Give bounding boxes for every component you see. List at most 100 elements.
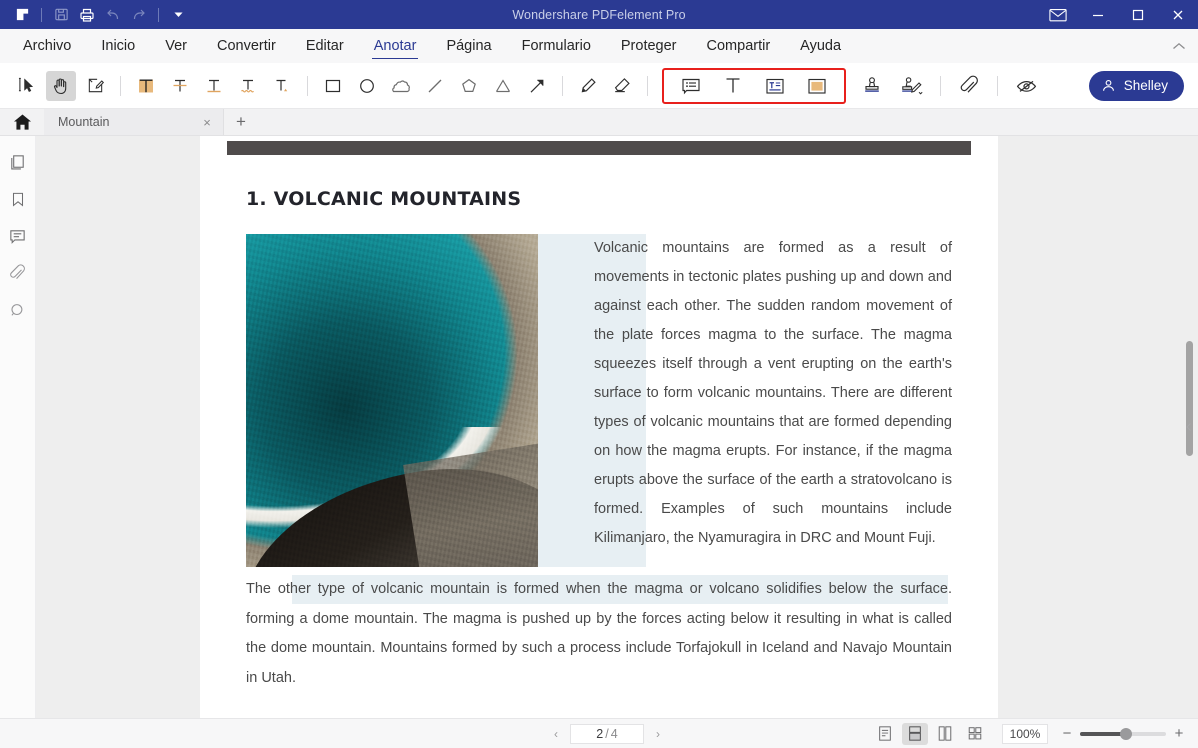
ribbon-collapse-icon[interactable] [1160,29,1198,63]
cloud-tool[interactable] [386,71,416,101]
zoom-level-input[interactable]: 100% [1002,723,1048,744]
zoom-slider[interactable] [1080,727,1166,740]
next-page-button[interactable]: › [650,725,666,743]
divider [997,75,998,96]
area-highlight-tool[interactable] [802,71,832,101]
bookmark-icon[interactable] [6,187,30,211]
arrow-tool[interactable] [522,71,552,101]
hand-tool[interactable] [46,70,76,101]
tab-label: Mountain [58,115,110,129]
close-icon[interactable] [1158,0,1198,29]
divider [647,75,648,96]
total-pages-value: 4 [610,726,618,741]
squiggly-underline-tool[interactable] [233,71,263,101]
document-paragraph-1: Volcanic mountains are formed as a resul… [594,240,952,546]
menu-item-anotar[interactable]: Anotar [359,29,432,63]
divider [940,75,941,96]
attachment-tool[interactable] [951,71,987,101]
strikethrough-tool[interactable] [165,71,195,101]
highlight-tool[interactable] [131,71,161,101]
menu-item-pagina[interactable]: Página [431,29,506,63]
edit-note-tool[interactable] [80,71,110,101]
close-icon[interactable]: × [199,114,215,130]
customize-caret-icon[interactable] [165,3,191,27]
previous-page-button[interactable]: ‹ [548,725,564,743]
new-tab-button[interactable]: + [224,109,258,135]
thumbnails-icon[interactable] [6,150,30,174]
divider [158,7,159,22]
polygon-tool[interactable] [454,71,484,101]
menu-item-compartir[interactable]: Compartir [692,29,786,63]
comments-icon[interactable] [6,224,30,248]
menu-item-ver[interactable]: Ver [150,29,202,63]
divider [41,7,42,22]
caret-insert-tool[interactable] [267,71,297,101]
avatar-icon [1102,79,1114,91]
vertical-scrollbar[interactable] [1186,341,1193,456]
page-separator: / [605,726,609,741]
home-tab-button[interactable] [0,109,44,135]
page-header-band [227,141,971,155]
minimize-icon[interactable] [1078,0,1118,29]
print-icon[interactable] [74,3,100,27]
polyline-tool[interactable] [488,71,518,101]
attachments-icon[interactable] [6,261,30,285]
two-page-view-button[interactable] [932,723,958,745]
search-icon[interactable] [6,298,30,322]
window-controls [1038,0,1198,29]
eraser-tool[interactable] [607,71,637,101]
right-panel-collapse-handle[interactable] [1182,420,1196,434]
hide-annotations-tool[interactable] [1008,71,1044,101]
undo-icon[interactable] [100,3,126,27]
continuous-view-button[interactable] [902,722,928,745]
signature-stamp-tool[interactable] [894,71,930,101]
single-page-view-button[interactable] [872,723,898,745]
menu-item-proteger[interactable]: Proteger [606,29,692,63]
maximize-icon[interactable] [1118,0,1158,29]
zoom-slider-handle[interactable] [1120,727,1132,740]
line-tool[interactable] [420,71,450,101]
save-icon[interactable] [48,3,74,27]
ellipse-tool[interactable] [352,71,382,101]
underline-tool[interactable] [199,71,229,101]
mail-icon[interactable] [1038,0,1078,29]
pdf-viewer[interactable]: 1. VOLCANIC MOUNTAINS Volcanic mountains… [36,136,1198,718]
document-figure [246,234,538,567]
quick-access-toolbar [0,3,191,27]
menu-item-inicio[interactable]: Inicio [86,29,150,63]
user-account-button[interactable]: Shelley [1088,70,1184,101]
menu-bar: Archivo Inicio Ver Convertir Editar Anot… [0,29,1198,63]
chevron-left-icon [1186,423,1191,431]
zoom-out-button[interactable]: − [1058,725,1076,742]
view-controls: 100% − + [870,722,1198,745]
rectangle-tool[interactable] [318,71,348,101]
left-sidebar [0,136,36,718]
sticky-note-tool[interactable] [676,71,706,101]
menu-item-ayuda[interactable]: Ayuda [785,29,856,63]
stamp-tool[interactable] [854,71,890,101]
grid-view-button[interactable] [962,723,988,745]
document-paragraph-2-wrapper: The other type of volcanic mountain is f… [246,575,952,693]
divider [307,75,308,96]
redo-icon[interactable] [126,3,152,27]
pencil-tool[interactable] [573,71,603,101]
user-name: Shelley [1123,78,1168,93]
page-number-input[interactable]: 2 / 4 [570,723,644,744]
text-box-tool[interactable] [760,71,790,101]
menu-item-archivo[interactable]: Archivo [8,29,86,63]
photo-texture-layer [246,234,538,567]
note-tools-highlighted-group [662,67,846,104]
zoom-in-button[interactable]: + [1170,725,1188,742]
menu-item-convertir[interactable]: Convertir [202,29,291,63]
typewriter-text-tool[interactable] [718,71,748,101]
workspace: › 1. VOLCANIC MOUNTAINS Volcanic mountai… [0,136,1198,718]
home-icon [13,114,31,130]
menu-item-editar[interactable]: Editar [291,29,359,63]
document-tab-mountain[interactable]: Mountain × [44,109,224,135]
annotate-toolbar: Shelley [0,63,1198,109]
select-cursor-tool[interactable] [12,71,42,101]
current-page-value: 2 [596,726,604,741]
menu-item-formulario[interactable]: Formulario [507,29,606,63]
document-tab-strip: Mountain × + [0,109,1198,136]
logo-icon[interactable] [9,3,35,27]
